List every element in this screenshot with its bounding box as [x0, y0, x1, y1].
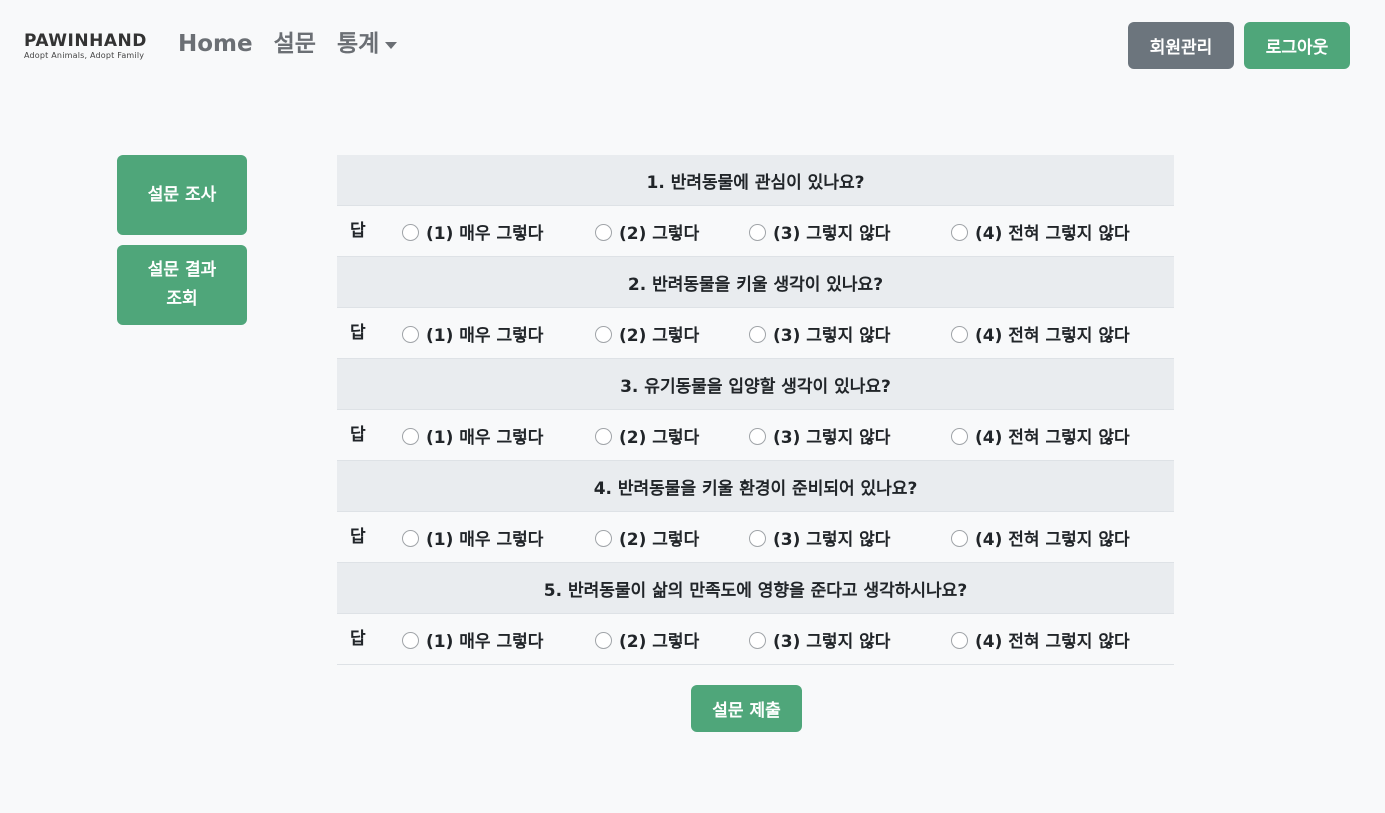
answer-option-label: (4) 전혀 그렇지 않다: [975, 223, 1130, 244]
nav-stats-dropdown[interactable]: 통계: [336, 28, 398, 60]
answer-option-label: (4) 전혀 그렇지 않다: [975, 325, 1130, 346]
answer-option-label: (3) 그렇지 않다: [773, 631, 891, 652]
answer-option-2[interactable]: (2) 그렇다: [595, 614, 699, 664]
answer-option-1[interactable]: (1) 매우 그렇다: [402, 614, 543, 664]
answer-label: 답: [350, 323, 366, 343]
main-nav: Home 설문 통계: [178, 28, 398, 60]
radio-button[interactable]: [402, 632, 419, 649]
sidebar-survey-button[interactable]: 설문 조사: [117, 155, 247, 235]
answer-option-label: (1) 매우 그렇다: [426, 631, 544, 652]
question-row: 1. 반려동물에 관심이 있나요?: [337, 155, 1174, 206]
answer-option-label: (1) 매우 그렇다: [426, 427, 544, 448]
answer-option-label: (4) 전혀 그렇지 않다: [975, 631, 1130, 652]
answer-row: 답 (1) 매우 그렇다 (2) 그렇다 (3) 그렇지 않다 (4) 전혀 그렇지 않…: [337, 512, 1174, 563]
survey-table: 1. 반려동물에 관심이 있나요? 답 (1) 매우 그렇다 (2) 그렇다 (3) 그…: [337, 155, 1174, 665]
answer-option-label: (2) 그렇다: [619, 325, 700, 346]
question-row: 2. 반려동물을 키울 생각이 있나요?: [337, 257, 1174, 308]
answer-row: 답 (1) 매우 그렇다 (2) 그렇다 (3) 그렇지 않다 (4) 전혀 그렇지 않…: [337, 308, 1174, 359]
answer-option-1[interactable]: (1) 매우 그렇다: [402, 512, 543, 562]
answer-row: 답 (1) 매우 그렇다 (2) 그렇다 (3) 그렇지 않다 (4) 전혀 그렇지 않…: [337, 614, 1174, 665]
answer-option-3[interactable]: (3) 그렇지 않다: [749, 512, 890, 562]
sidebar-results-label-1: 설문 결과: [147, 260, 217, 280]
radio-button[interactable]: [595, 224, 612, 241]
answer-option-2[interactable]: (2) 그렇다: [595, 512, 699, 562]
caret-down-icon: [385, 41, 398, 49]
radio-button[interactable]: [951, 224, 968, 241]
answer-option-label: (1) 매우 그렇다: [426, 325, 544, 346]
radio-button[interactable]: [749, 428, 766, 445]
answer-option-2[interactable]: (2) 그렇다: [595, 308, 699, 358]
answer-option-2[interactable]: (2) 그렇다: [595, 410, 699, 460]
brand-tagline: Adopt Animals, Adopt Family: [24, 51, 145, 60]
answer-row: 답 (1) 매우 그렇다 (2) 그렇다 (3) 그렇지 않다 (4) 전혀 그렇지 않…: [337, 206, 1174, 257]
answer-option-label: (2) 그렇다: [619, 223, 700, 244]
radio-button[interactable]: [749, 530, 766, 547]
radio-button[interactable]: [749, 224, 766, 241]
radio-button[interactable]: [595, 326, 612, 343]
radio-button[interactable]: [595, 428, 612, 445]
answer-option-label: (2) 그렇다: [619, 631, 700, 652]
radio-button[interactable]: [951, 428, 968, 445]
radio-button[interactable]: [595, 530, 612, 547]
logout-button[interactable]: 로그아웃: [1244, 22, 1350, 69]
question-row: 3. 유기동물을 입양할 생각이 있나요?: [337, 359, 1174, 410]
submit-survey-button[interactable]: 설문 제출: [691, 685, 802, 732]
radio-button[interactable]: [951, 530, 968, 547]
nav-stats-label: 통계: [336, 31, 380, 57]
answer-option-label: (4) 전혀 그렇지 않다: [975, 529, 1130, 550]
radio-button[interactable]: [749, 632, 766, 649]
answer-option-3[interactable]: (3) 그렇지 않다: [749, 410, 890, 460]
answer-option-4[interactable]: (4) 전혀 그렇지 않다: [951, 206, 1130, 256]
answer-option-label: (2) 그렇다: [619, 529, 700, 550]
answer-option-1[interactable]: (1) 매우 그렇다: [402, 410, 543, 460]
answer-option-4[interactable]: (4) 전혀 그렇지 않다: [951, 512, 1130, 562]
radio-button[interactable]: [749, 326, 766, 343]
answer-option-3[interactable]: (3) 그렇지 않다: [749, 206, 890, 256]
radio-button[interactable]: [951, 326, 968, 343]
answer-label: 답: [350, 629, 366, 649]
nav-survey[interactable]: 설문: [274, 28, 316, 60]
answer-option-label: (3) 그렇지 않다: [773, 325, 891, 346]
answer-option-label: (2) 그렇다: [619, 427, 700, 448]
question-row: 5. 반려동물이 삶의 만족도에 영향을 준다고 생각하시나요?: [337, 563, 1174, 614]
radio-button[interactable]: [402, 224, 419, 241]
radio-button[interactable]: [402, 428, 419, 445]
answer-option-label: (1) 매우 그렇다: [426, 223, 544, 244]
brand-logo[interactable]: PAWINHAND Adopt Animals, Adopt Family: [24, 32, 147, 60]
sidebar-results-button[interactable]: 설문 결과 조회: [117, 245, 247, 325]
answer-row: 답 (1) 매우 그렇다 (2) 그렇다 (3) 그렇지 않다 (4) 전혀 그렇지 않…: [337, 410, 1174, 461]
question-text: 5. 반려동물이 삶의 만족도에 영향을 준다고 생각하시나요?: [543, 580, 968, 601]
nav-home[interactable]: Home: [178, 28, 253, 60]
answer-option-1[interactable]: (1) 매우 그렇다: [402, 206, 543, 256]
radio-button[interactable]: [595, 632, 612, 649]
question-text: 3. 유기동물을 입양할 생각이 있나요?: [620, 376, 891, 397]
answer-option-label: (3) 그렇지 않다: [773, 223, 891, 244]
radio-button[interactable]: [951, 632, 968, 649]
member-management-button[interactable]: 회원관리: [1128, 22, 1234, 69]
answer-option-4[interactable]: (4) 전혀 그렇지 않다: [951, 614, 1130, 664]
answer-option-label: (1) 매우 그렇다: [426, 529, 544, 550]
answer-label: 답: [350, 527, 366, 547]
answer-option-3[interactable]: (3) 그렇지 않다: [749, 614, 890, 664]
question-row: 4. 반려동물을 키울 환경이 준비되어 있나요?: [337, 461, 1174, 512]
answer-option-4[interactable]: (4) 전혀 그렇지 않다: [951, 308, 1130, 358]
question-text: 4. 반려동물을 키울 환경이 준비되어 있나요?: [593, 478, 918, 499]
radio-button[interactable]: [402, 326, 419, 343]
answer-option-label: (3) 그렇지 않다: [773, 529, 891, 550]
brand-name: PAWINHAND: [24, 31, 147, 51]
radio-button[interactable]: [402, 530, 419, 547]
answer-option-1[interactable]: (1) 매우 그렇다: [402, 308, 543, 358]
question-text: 2. 반려동물을 키울 생각이 있나요?: [627, 274, 884, 295]
answer-option-3[interactable]: (3) 그렇지 않다: [749, 308, 890, 358]
answer-option-4[interactable]: (4) 전혀 그렇지 않다: [951, 410, 1130, 460]
sidebar-results-label-2: 조회: [166, 289, 198, 309]
question-text: 1. 반려동물에 관심이 있나요?: [646, 172, 865, 193]
answer-label: 답: [350, 425, 366, 445]
answer-option-label: (3) 그렇지 않다: [773, 427, 891, 448]
answer-option-2[interactable]: (2) 그렇다: [595, 206, 699, 256]
answer-label: 답: [350, 221, 366, 241]
answer-option-label: (4) 전혀 그렇지 않다: [975, 427, 1130, 448]
